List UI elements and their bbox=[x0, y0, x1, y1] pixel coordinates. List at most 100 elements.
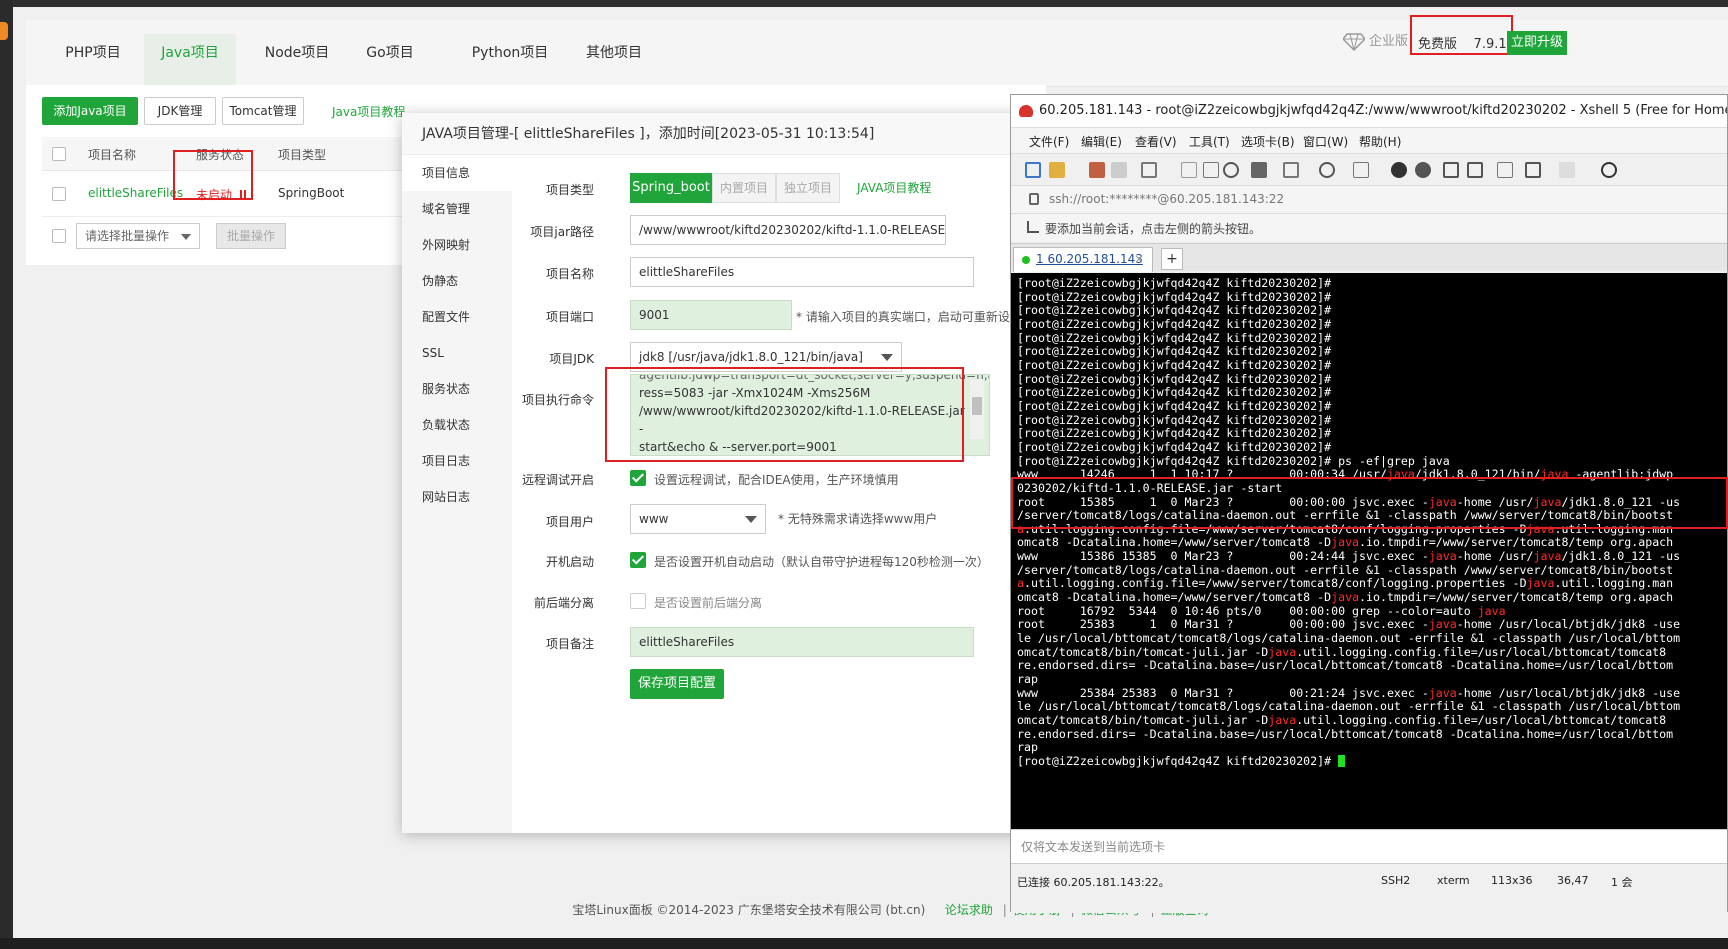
debug-checkbox[interactable] bbox=[630, 470, 646, 486]
select-all-checkbox[interactable] bbox=[52, 147, 66, 161]
new-session-icon[interactable] bbox=[1025, 162, 1041, 178]
status-connected: 已连接 60.205.181.143:22。 bbox=[1017, 876, 1170, 889]
terminal-line: [root@iZ2zeicowbgjkjwfqd42q4Z kiftd20230… bbox=[1017, 412, 1332, 427]
batch-operation-button[interactable]: 批量操作 bbox=[216, 223, 286, 249]
tab-python[interactable]: Python项目 bbox=[456, 34, 564, 87]
add-java-project-button[interactable]: 添加Java项目 bbox=[42, 97, 138, 125]
menu-edit[interactable]: 编辑(E) bbox=[1081, 133, 1122, 150]
xshell-statusbar: 已连接 60.205.181.143:22。 SSH2 xterm 113x36… bbox=[1011, 863, 1727, 913]
project-name-input[interactable]: elittleShareFiles bbox=[630, 257, 974, 287]
label-user: 项目用户 bbox=[545, 515, 594, 529]
project-name-link[interactable]: elittleShareFiles bbox=[88, 186, 183, 200]
type-springboot-button[interactable]: Spring_boot bbox=[630, 173, 712, 203]
footer-copyright: 宝塔Linux面板 ©2014-2023 广东堡塔安全技术有限公司 (bt.cn… bbox=[572, 903, 926, 917]
tab-java[interactable]: Java项目 bbox=[144, 34, 236, 87]
paste-icon[interactable] bbox=[1203, 162, 1219, 178]
menu-file[interactable]: 文件(F) bbox=[1029, 133, 1069, 150]
menu-view[interactable]: 查看(V) bbox=[1135, 133, 1177, 150]
font-icon[interactable] bbox=[1353, 162, 1369, 178]
print-icon[interactable] bbox=[1251, 162, 1267, 178]
remark-input[interactable]: elittleShareFiles bbox=[630, 627, 974, 657]
keyboard-icon[interactable] bbox=[1415, 162, 1431, 178]
script-icon[interactable] bbox=[1391, 162, 1407, 178]
connect-icon[interactable] bbox=[1089, 162, 1105, 178]
terminal-line: rap bbox=[1017, 740, 1038, 755]
help-icon[interactable] bbox=[1601, 162, 1617, 178]
copy-icon[interactable] bbox=[1181, 162, 1197, 178]
left-strip bbox=[0, 0, 13, 949]
terminal-line: [root@iZ2zeicowbgjkjwfqd42q4Z kiftd20230… bbox=[1017, 330, 1332, 345]
port-input[interactable]: 9001 bbox=[630, 300, 792, 330]
lock-icon bbox=[1029, 193, 1039, 205]
save-config-button[interactable]: 保存项目配置 bbox=[630, 669, 724, 699]
jdk-manage-button[interactable]: JDK管理 bbox=[144, 97, 216, 125]
menu-load[interactable]: 负载状态 bbox=[402, 407, 512, 443]
diamond-icon bbox=[1343, 33, 1365, 51]
batch-select[interactable]: 请选择批量操作 bbox=[76, 223, 200, 249]
user-hint: * 无特殊需求请选择www用户 bbox=[778, 512, 938, 526]
batch-checkbox[interactable] bbox=[52, 229, 66, 243]
type-tutorial-link[interactable]: JAVA项目教程 bbox=[857, 179, 931, 196]
open-folder-icon[interactable] bbox=[1049, 162, 1065, 178]
label-jdk: 项目JDK bbox=[549, 352, 594, 366]
terminal-line: [root@iZ2zeicowbgjkjwfqd42q4Z kiftd20230… bbox=[1017, 276, 1332, 290]
autostart-checkbox[interactable] bbox=[630, 552, 646, 568]
status-pos: 36,47 bbox=[1557, 874, 1589, 887]
properties-icon[interactable] bbox=[1141, 162, 1157, 178]
terminal-line: [root@iZ2zeicowbgjkjwfqd42q4Z kiftd20230… bbox=[1017, 398, 1332, 413]
user-select[interactable]: www bbox=[630, 504, 766, 534]
session-tab[interactable]: 1 60.205.181.143 × bbox=[1013, 247, 1153, 272]
arrow-icon[interactable] bbox=[1027, 221, 1039, 233]
col-type: 项目类型 bbox=[278, 148, 327, 162]
connected-dot-icon bbox=[1022, 256, 1030, 264]
annotation-box-status bbox=[173, 150, 253, 200]
footer-link-forum[interactable]: 论坛求助 bbox=[945, 903, 993, 917]
free-label: 免费版 bbox=[1418, 37, 1458, 52]
fullscreen-icon[interactable] bbox=[1443, 162, 1459, 178]
send-input-bar[interactable]: 仅将文本发送到当前选项卡 bbox=[1011, 829, 1727, 863]
label-autostart: 开机启动 bbox=[545, 555, 594, 569]
disconnect-icon[interactable] bbox=[1111, 162, 1127, 178]
layout-icon[interactable] bbox=[1559, 162, 1575, 178]
menu-help[interactable]: 帮助(H) bbox=[1359, 133, 1401, 150]
menu-tools[interactable]: 工具(T) bbox=[1189, 133, 1230, 150]
tab-php[interactable]: PHP项目 bbox=[54, 34, 132, 87]
dialog-menu: 项目信息 域名管理 外网映射 伪静态 配置文件 SSL 服务状态 负载状态 项目… bbox=[402, 155, 512, 833]
compose-icon[interactable] bbox=[1497, 162, 1513, 178]
menu-window[interactable]: 窗口(W) bbox=[1303, 133, 1348, 150]
tab-other[interactable]: 其他项目 bbox=[578, 34, 650, 87]
command-scrollbar[interactable] bbox=[970, 379, 984, 439]
new-tab-icon[interactable] bbox=[1525, 162, 1541, 178]
java-tutorial-link[interactable]: Java项目教程 bbox=[332, 103, 405, 120]
terminal-line: www 25384 25383 0 Mar31 ? 00:21:24 jsvc.… bbox=[1017, 685, 1681, 700]
terminal-line: [root@iZ2zeicowbgjkjwfqd42q4Z kiftd20230… bbox=[1017, 344, 1332, 359]
globe-icon[interactable] bbox=[1319, 162, 1335, 178]
dropdown-arrow-icon bbox=[881, 354, 893, 361]
address-bar[interactable]: ssh://root:********@60.205.181.143:22 bbox=[1011, 185, 1727, 213]
menu-tabs[interactable]: 选项卡(B) bbox=[1241, 133, 1295, 150]
add-tab-button[interactable]: + bbox=[1161, 248, 1183, 270]
terminal-line: [root@iZ2zeicowbgjkjwfqd42q4Z kiftd20230… bbox=[1017, 439, 1332, 454]
xshell-menubar: 文件(F) 编辑(E) 查看(V) 工具(T) 选项卡(B) 窗口(W) 帮助(… bbox=[1011, 127, 1727, 153]
row-checkbox[interactable] bbox=[52, 187, 66, 201]
type-standalone-button[interactable]: 独立项目 bbox=[776, 173, 840, 203]
type-builtin-button[interactable]: 内置项目 bbox=[712, 173, 776, 203]
enterprise-badge[interactable]: 企业版 bbox=[1343, 29, 1408, 55]
autostart-text: 是否设置开机自动启动（默认自带守护进程每120秒检测一次） bbox=[654, 555, 989, 569]
terminal-line: [root@iZ2zeicowbgjkjwfqd42q4Z kiftd20230… bbox=[1017, 453, 1450, 468]
lock-icon[interactable] bbox=[1467, 162, 1483, 178]
close-tab-icon[interactable]: × bbox=[1134, 248, 1144, 271]
terminal-line: rap bbox=[1017, 672, 1038, 687]
terminal-line: omcat8 -Dcatalina.home=/www/server/tomca… bbox=[1017, 535, 1674, 550]
scrollbar-thumb[interactable] bbox=[972, 397, 982, 415]
upgrade-button[interactable]: 立即升级 bbox=[1507, 31, 1567, 55]
tab-go[interactable]: Go项目 bbox=[359, 34, 421, 87]
tab-node[interactable]: Node项目 bbox=[256, 34, 338, 87]
transfer-icon[interactable] bbox=[1283, 162, 1299, 178]
terminal-line: le /usr/local/bttomcat/tomcat8/logs/cata… bbox=[1017, 699, 1681, 714]
jar-path-input[interactable]: /www/wwwroot/kiftd20230202/kiftd-1.1.0-R… bbox=[630, 215, 946, 245]
tomcat-manage-button[interactable]: Tomcat管理 bbox=[222, 97, 304, 125]
separate-checkbox[interactable] bbox=[630, 593, 646, 609]
terminal[interactable]: [root@iZ2zeicowbgjkjwfqd42q4Z kiftd20230… bbox=[1011, 273, 1727, 829]
find-icon[interactable] bbox=[1223, 162, 1239, 178]
